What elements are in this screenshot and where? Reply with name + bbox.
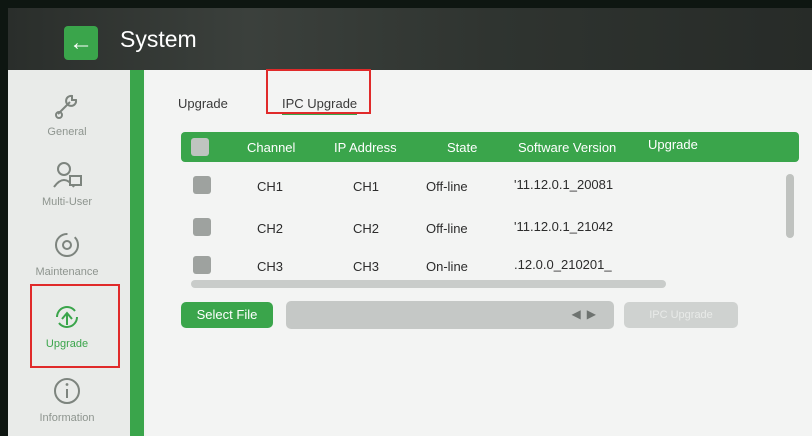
user-icon — [53, 162, 82, 188]
info-icon — [54, 378, 80, 404]
column-header: Upgrade — [648, 137, 698, 152]
horizontal-scrollbar[interactable] — [191, 280, 666, 288]
channel-cell: CH1 — [257, 179, 284, 194]
sidebar-item-label: General — [47, 126, 87, 138]
version-cell: .12.0.0_210201_ — [514, 257, 612, 272]
table-row[interactable]: CH1 CH1 Off-line '11.12.0.1_20081 — [181, 166, 781, 206]
sidebar-item-information[interactable]: Information — [8, 366, 126, 436]
column-header: IP Address — [334, 140, 397, 155]
sidebar-item-maintenance[interactable]: Maintenance — [8, 220, 126, 292]
sidebar-item-label: Maintenance — [35, 266, 99, 278]
title-bar: ← System — [8, 8, 812, 70]
wrench-icon — [55, 94, 78, 119]
version-cell: '11.12.0.1_20081 — [514, 177, 614, 192]
highlight-box-upgrade — [30, 284, 120, 368]
maintenance-icon — [55, 233, 79, 257]
row-checkbox[interactable] — [193, 218, 211, 236]
table-header: Channel IP Address State Software Versio… — [181, 132, 799, 162]
sidebar-item-multi-user[interactable]: Multi-User — [8, 150, 126, 222]
tab-upgrade[interactable]: Upgrade — [178, 96, 228, 111]
state-cell: On-line — [426, 259, 468, 274]
ip-cell: CH1 — [353, 179, 380, 194]
scroll-arrows-icon[interactable]: ◀▶ — [572, 307, 602, 321]
main-content: Upgrade IPC Upgrade Channel IP Address S… — [146, 70, 812, 436]
column-header: Channel — [247, 140, 296, 155]
sidebar-accent-bar — [130, 70, 144, 436]
sidebar-item-label: Multi-User — [41, 196, 93, 208]
ipc-upgrade-button[interactable]: IPC Upgrade — [624, 302, 738, 328]
select-file-button[interactable]: Select File — [181, 302, 273, 328]
channel-cell: CH2 — [257, 221, 284, 236]
table-row[interactable]: CH2 CH2 Off-line '11.12.0.1_21042 — [181, 208, 781, 248]
ip-cell: CH2 — [353, 221, 380, 236]
row-checkbox[interactable] — [193, 176, 211, 194]
select-all-checkbox[interactable] — [191, 138, 209, 156]
row-checkbox[interactable] — [193, 256, 211, 274]
column-header: Software Version — [518, 140, 617, 155]
highlight-box-ipc-upgrade — [266, 69, 371, 114]
screen: ← System General Multi-User Maintenance … — [8, 8, 812, 436]
column-header: State — [447, 140, 478, 155]
version-cell: '11.12.0.1_21042 — [514, 219, 614, 234]
back-button[interactable]: ← — [64, 26, 98, 60]
ip-cell: CH3 — [353, 259, 380, 274]
sidebar-item-general[interactable]: General — [8, 80, 126, 152]
file-path-field[interactable]: ◀▶ — [286, 301, 614, 329]
state-cell: Off-line — [426, 221, 468, 236]
sidebar: General Multi-User Maintenance Upgrade I… — [8, 70, 144, 436]
arrow-left-icon: ← — [69, 29, 93, 56]
sidebar-item-label: Information — [39, 412, 95, 424]
vertical-scrollbar[interactable] — [786, 174, 794, 238]
page-title: System — [120, 26, 197, 52]
channel-cell: CH3 — [257, 259, 284, 274]
state-cell: Off-line — [426, 179, 468, 194]
